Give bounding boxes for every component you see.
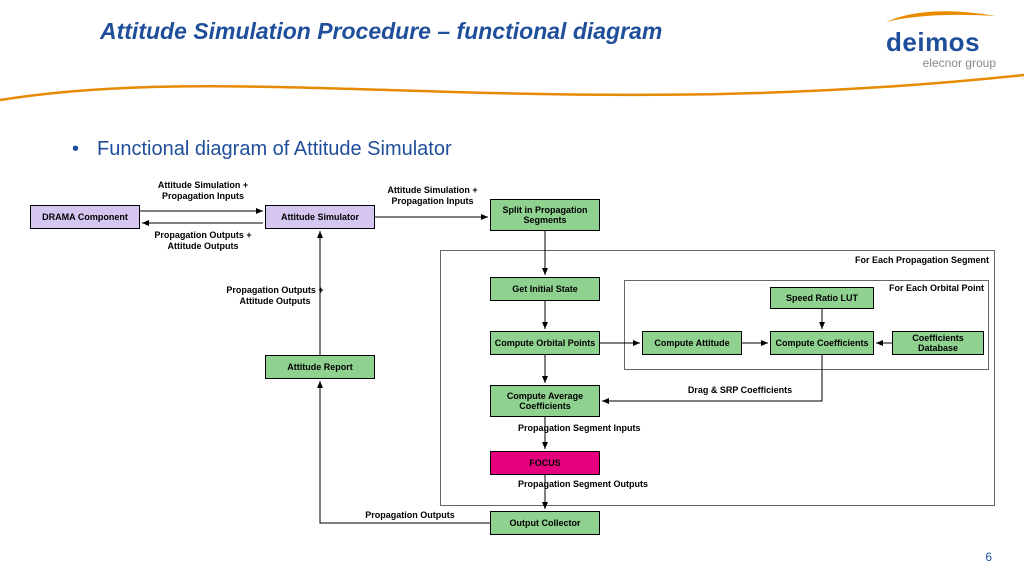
logo-swoosh-icon — [886, 10, 996, 24]
wave-divider-icon — [0, 70, 1024, 110]
bullet-line: • Functional diagram of Attitude Simulato… — [72, 138, 452, 161]
arrows-layer — [20, 175, 1004, 535]
logo-name: deimos — [886, 27, 996, 58]
page-number: 6 — [985, 550, 992, 564]
bullet-icon: • — [72, 138, 79, 160]
logo-subtext: elecnor group — [886, 56, 996, 70]
slide-title: Attitude Simulation Procedure – function… — [100, 18, 662, 45]
bullet-text: Functional diagram of Attitude Simulator — [97, 138, 452, 160]
logo-block: deimos elecnor group — [886, 10, 996, 70]
functional-diagram: DRAMA Component Attitude Simulator Split… — [20, 175, 1004, 535]
